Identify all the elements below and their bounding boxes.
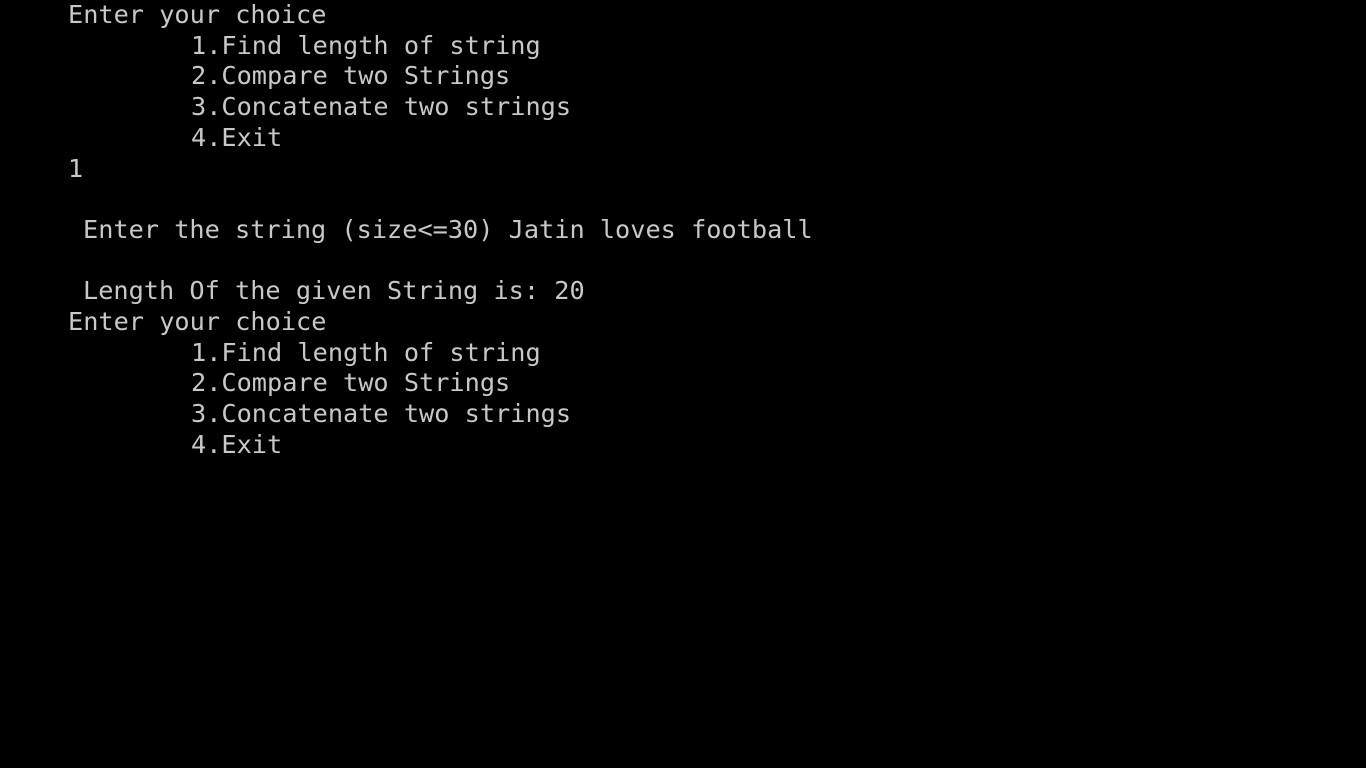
menu-option-compare: 2.Compare two Strings <box>191 61 511 91</box>
menu-option-concatenate: 3.Concatenate two strings <box>191 399 572 429</box>
menu-option-concatenate: 3.Concatenate two strings <box>191 92 572 122</box>
terminal-output: Enter your choice 1.Find length of strin… <box>0 0 1366 768</box>
menu-option-exit: 4.Exit <box>191 122 283 152</box>
console-screen[interactable]: Enter your choice 1.Find length of strin… <box>0 0 1366 768</box>
user-input-choice: 1 <box>68 153 84 183</box>
result-length: Length Of the given String is: 20 <box>83 276 585 306</box>
prompt-enter-string: Enter the string (size<=30) Jatin loves … <box>83 214 813 244</box>
prompt-choice: Enter your choice <box>68 0 327 29</box>
menu-option-exit: 4.Exit <box>191 429 283 459</box>
prompt-choice: Enter your choice <box>68 307 327 336</box>
menu-option-find-length: 1.Find length of string <box>191 337 541 367</box>
menu-option-find-length: 1.Find length of string <box>191 30 541 60</box>
menu-option-compare: 2.Compare two Strings <box>191 368 511 398</box>
